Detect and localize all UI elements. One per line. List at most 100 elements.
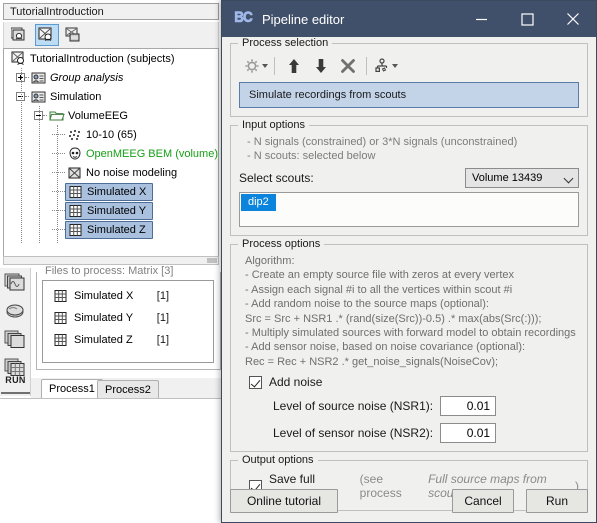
- delete-process-button[interactable]: [334, 55, 361, 77]
- protocol-panel-title: TutorialIntroduction: [3, 3, 219, 20]
- tree-label: OpenMEEG BEM (volume): [85, 147, 218, 160]
- file-count: [1]: [156, 290, 169, 302]
- protocols-icon: [11, 27, 25, 41]
- brainstorm-logo-icon: 𝐁𝐂: [234, 11, 253, 26]
- tree-node-simulation[interactable]: Simulation: [4, 87, 218, 106]
- file-name: Simulated X: [74, 290, 134, 302]
- nsr1-row: Level of source noise (NSR1): 0.01: [239, 396, 579, 417]
- tab-process1[interactable]: Process1: [41, 379, 103, 398]
- list-item[interactable]: Simulated X [1]: [43, 285, 213, 307]
- move-down-button[interactable]: [307, 55, 334, 77]
- tree-guide-line: [57, 125, 58, 243]
- maximize-button[interactable]: [504, 1, 550, 37]
- headmodel-icon: [69, 146, 81, 160]
- subjects-icon: [38, 27, 52, 41]
- tab-subjects[interactable]: [35, 24, 59, 46]
- timefreq-icon: [4, 330, 25, 348]
- maximize-icon: [520, 12, 534, 26]
- subject-icon: [31, 72, 46, 83]
- scouts-list[interactable]: dip2: [239, 192, 579, 227]
- tree-guide-line: [21, 68, 22, 243]
- input-hint-1: - N signals (constrained) or 3*N signals…: [247, 136, 518, 148]
- btn-recordings[interactable]: [2, 271, 28, 295]
- tree-node-simulated-z[interactable]: Simulated Z: [4, 220, 218, 239]
- input-options-group: Input options - N signals (constrained) …: [230, 119, 588, 236]
- subjects-icon: [11, 51, 24, 65]
- tree-node-simulated-x[interactable]: Simulated X: [4, 182, 218, 201]
- tree-guide-line: [39, 106, 40, 243]
- recordings-icon: [4, 273, 25, 291]
- btn-timefreq[interactable]: [2, 327, 28, 351]
- tree-label: VolumeEEG: [68, 109, 128, 122]
- tree-label: Simulated X: [87, 185, 147, 198]
- delete-icon: [340, 59, 355, 73]
- tree-label: No noise modeling: [86, 166, 178, 179]
- files-to-process-list[interactable]: Simulated X [1] Simulated Y [1] Simulate…: [42, 280, 214, 363]
- chevron-down-icon: [391, 64, 398, 68]
- tree-node-group-analysis[interactable]: Group analysis: [4, 68, 218, 87]
- matrix-icon: [69, 223, 82, 236]
- protocol-panel-title-label: TutorialIntroduction: [10, 5, 104, 18]
- process-options-legend: Process options: [238, 238, 325, 250]
- algorithm-line: Rec = Rec + NSR2 .* get_noise_signals(No…: [245, 355, 499, 368]
- add-noise-checkbox[interactable]: [249, 375, 262, 389]
- protocol-tree[interactable]: TutorialIntroduction (subjects) Group an…: [3, 48, 219, 263]
- select-scouts-row: Select scouts: Volume 13439: [239, 168, 579, 188]
- tree-node-simulated-y[interactable]: Simulated Y: [4, 201, 218, 220]
- algorithm-line: - Add random noise to the source maps (o…: [245, 298, 489, 311]
- tab-functional-data[interactable]: [62, 24, 86, 46]
- list-item[interactable]: Simulated Z [1]: [43, 329, 213, 351]
- tab-protocols[interactable]: [8, 24, 32, 46]
- pipeline-menu-button[interactable]: [372, 55, 399, 77]
- chevron-down-icon: [565, 174, 574, 183]
- matrix-icon: [69, 185, 82, 198]
- add-process-button[interactable]: [242, 55, 269, 77]
- selected-process-item[interactable]: Simulate recordings from scouts: [239, 82, 579, 108]
- tree-node-channel[interactable]: 10-10 (65): [4, 125, 218, 144]
- tree-label: TutorialIntroduction (subjects): [30, 52, 175, 65]
- online-tutorial-button[interactable]: Online tutorial: [230, 489, 338, 513]
- matrix-icon: [69, 204, 82, 217]
- algorithm-title: Algorithm:: [245, 255, 295, 267]
- tree-label: 10-10 (65): [86, 128, 137, 141]
- algorithm-line: Src = Src + NSR1 .* (rand(size(Src))-0.5…: [245, 312, 542, 325]
- sources-icon: [6, 304, 24, 318]
- nsr1-input[interactable]: 0.01: [440, 396, 497, 417]
- output-options-legend: Output options: [238, 454, 318, 467]
- process-tabs: Process1 Process2: [31, 378, 221, 398]
- tree-node-noisecov[interactable]: No noise modeling: [4, 163, 218, 182]
- add-noise-row[interactable]: Add noise: [239, 375, 579, 389]
- move-up-button[interactable]: [280, 55, 307, 77]
- algorithm-line: - Assign each signal #i to all the verti…: [245, 283, 513, 296]
- folder-icon: [49, 111, 65, 120]
- scouts-surface-combo[interactable]: Volume 13439: [465, 168, 579, 188]
- tab-label: Process2: [105, 383, 151, 396]
- run-button[interactable]: Run: [526, 489, 588, 513]
- input-hint-2: - N scouts: selected below: [247, 150, 376, 162]
- file-count: [1]: [156, 334, 169, 346]
- gear-icon: [244, 59, 259, 73]
- tab-process2[interactable]: Process2: [97, 380, 159, 398]
- tree-node-volumeeeg[interactable]: VolumeEEG: [4, 106, 218, 125]
- tree-node-headmodel[interactable]: OpenMEEG BEM (volume): [4, 144, 218, 163]
- move-down-icon: [315, 59, 326, 73]
- nsr1-label: Level of source noise (NSR1):: [273, 399, 434, 414]
- tree-node-root[interactable]: TutorialIntroduction (subjects): [4, 49, 218, 68]
- toolbar-separator: [366, 57, 367, 75]
- cancel-button[interactable]: Cancel: [452, 489, 514, 513]
- scout-item-dip2[interactable]: dip2: [241, 194, 276, 211]
- btn-sources[interactable]: [2, 299, 28, 323]
- minimize-icon: [475, 18, 487, 20]
- file-name: Simulated Z: [74, 334, 133, 346]
- list-item[interactable]: Simulated Y [1]: [43, 307, 213, 329]
- minimize-button[interactable]: [458, 1, 504, 37]
- process-selection-group: Process selection Simulate recordings fr…: [230, 37, 588, 117]
- tree-horizontal-scrollbar[interactable]: [3, 256, 219, 265]
- dialog-titlebar[interactable]: 𝐁𝐂 Pipeline editor: [222, 1, 596, 37]
- matrix-icon: [54, 334, 67, 346]
- close-button[interactable]: [550, 1, 596, 37]
- run-label[interactable]: RUN: [2, 375, 29, 385]
- nsr2-input[interactable]: 0.01: [440, 423, 497, 444]
- files-to-process-legend: Files to process: Matrix [3]: [42, 265, 177, 277]
- process-selection-toolbar: [239, 53, 579, 79]
